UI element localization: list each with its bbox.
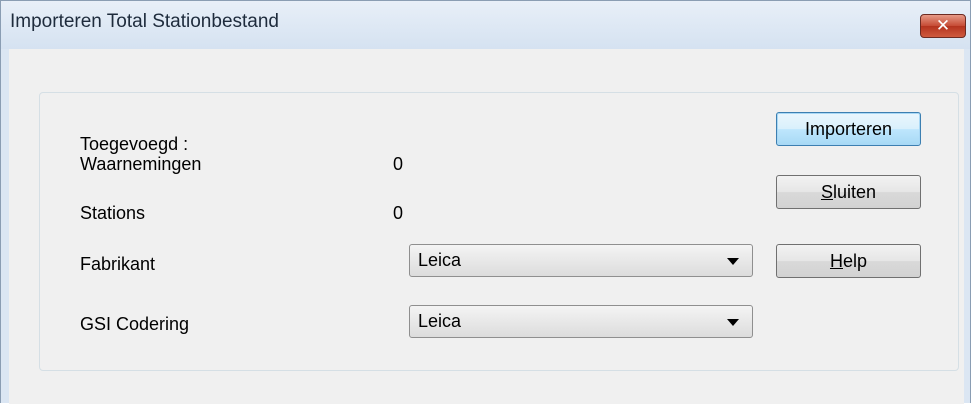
gsi-coding-selected-value: Leica [418, 311, 462, 331]
added-label: Toegevoegd : [80, 134, 189, 154]
help-button-label: elp [842, 251, 868, 271]
stations-value: 0 [393, 203, 404, 223]
dropdown-arrow-icon [727, 319, 739, 326]
dialog-window: Importeren Total Stationbestand ✕ Toegev… [0, 0, 971, 404]
manufacturer-select[interactable]: Leica [409, 244, 753, 277]
title-bar[interactable]: Importeren Total Stationbestand ✕ [1, 1, 970, 49]
window-title: Importeren Total Stationbestand [10, 11, 279, 32]
stations-label: Stations [80, 203, 146, 223]
dialog-body: Toegevoegd : Waarnemingen 0 Stations 0 F… [9, 49, 964, 404]
help-button[interactable]: Help [776, 244, 921, 278]
observations-value: 0 [393, 154, 404, 174]
help-button-mnemonic: H [829, 251, 843, 271]
manufacturer-selected-value: Leica [418, 250, 462, 270]
import-button[interactable]: Importeren [776, 112, 921, 146]
close-icon: ✕ [935, 16, 951, 35]
observations-label: Waarnemingen [80, 154, 202, 174]
dropdown-arrow-icon [727, 258, 739, 265]
gsi-coding-select[interactable]: Leica [409, 305, 753, 338]
manufacturer-label: Fabrikant [80, 254, 156, 274]
close-button-label: luiten [832, 182, 877, 202]
close-window-button[interactable]: ✕ [920, 14, 966, 38]
close-button[interactable]: Sluiten [776, 175, 921, 209]
close-button-mnemonic: S [820, 182, 833, 202]
gsi-coding-label: GSI Codering [80, 314, 190, 334]
